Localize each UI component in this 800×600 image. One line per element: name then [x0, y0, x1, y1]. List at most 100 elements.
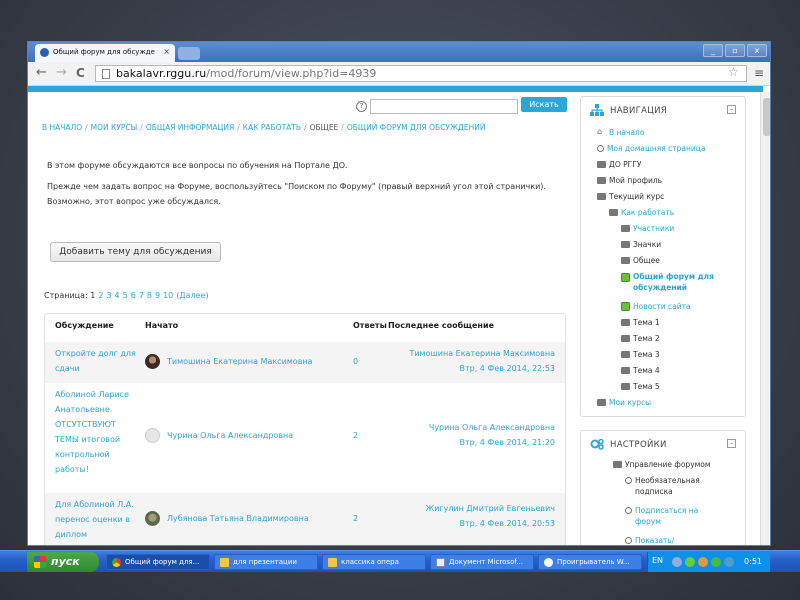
- bullet-circle-icon: [625, 477, 632, 484]
- default-avatar-icon[interactable]: [145, 428, 160, 443]
- taskbar-item-folder-2[interactable]: классика опера: [322, 554, 426, 570]
- nav-site-news[interactable]: Новости сайта: [621, 301, 691, 312]
- folder-icon: [621, 225, 630, 232]
- settings-subscribe[interactable]: Подписаться на форум: [625, 505, 698, 527]
- nav-topic-5[interactable]: Тема 5: [621, 381, 660, 392]
- minimize-button[interactable]: _: [703, 44, 723, 57]
- nav-topic-label: Тема 5: [633, 382, 660, 391]
- nav-badges[interactable]: Значки: [621, 239, 661, 250]
- page-link[interactable]: 7: [139, 291, 144, 300]
- breadcrumb-general-info[interactable]: ОБЩАЯ ИНФОРМАЦИЯ: [146, 123, 234, 132]
- settings-forum-admin[interactable]: Управление форумом: [613, 459, 711, 470]
- address-bar[interactable]: bakalavr.rggu.ru/mod/forum/view.php?id=4…: [95, 65, 747, 82]
- last-post-date[interactable]: Втр, 4 Фев 2014, 20:53: [426, 516, 555, 531]
- reload-icon[interactable]: C: [76, 65, 85, 81]
- author-link[interactable]: Чурина Ольга Александровна: [167, 428, 293, 443]
- page-icon: [102, 69, 110, 79]
- navigation-block: НАВИГАЦИЯ – ⌂ В начало Моя домашняя стра…: [580, 96, 746, 417]
- page-link[interactable]: 8: [147, 291, 152, 300]
- scrollbar-thumb[interactable]: [763, 98, 770, 136]
- maximize-button[interactable]: ▫: [725, 44, 745, 57]
- replies-link[interactable]: 2: [353, 428, 358, 443]
- page-link[interactable]: 2: [98, 291, 103, 300]
- discussion-link[interactable]: Для Аболиной Л.А. перенос оценки в дипло…: [55, 497, 139, 542]
- author-cell: Лубянова Татьяна Владимировна: [145, 511, 309, 526]
- intro-paragraph-2: Прежде чем задать вопрос на Форуме, восп…: [47, 182, 546, 206]
- last-post-author[interactable]: Чурина Ольга Александровна: [429, 420, 555, 435]
- page-link[interactable]: 9: [155, 291, 160, 300]
- nav-current-course[interactable]: Текущий курс: [597, 191, 664, 202]
- nav-my-courses[interactable]: Мои курсы: [597, 397, 651, 408]
- tray-icon-antivirus[interactable]: [685, 557, 695, 567]
- close-window-button[interactable]: x: [747, 44, 767, 57]
- author-link[interactable]: Лубянова Татьяна Владимировна: [167, 511, 309, 526]
- page-scrollbar[interactable]: [760, 92, 770, 545]
- navigation-block-header: НАВИГАЦИЯ –: [581, 97, 745, 123]
- discussion-link[interactable]: Аболиной Ларисе Анатольевне. ОТСУТСТВУЮТ…: [55, 387, 135, 477]
- taskbar-item-label: Общий форум для...: [125, 558, 200, 566]
- search-input[interactable]: [370, 99, 518, 114]
- language-indicator[interactable]: EN: [652, 556, 663, 565]
- add-discussion-button[interactable]: Добавить тему для обсуждения: [50, 242, 221, 262]
- discussion-link[interactable]: Откройте долг для сдачи: [55, 346, 137, 376]
- gears-icon: [590, 438, 604, 450]
- bookmark-star-icon[interactable]: ☆: [728, 65, 739, 79]
- taskbar-item-chrome[interactable]: Общий форум для...: [106, 554, 210, 570]
- collapse-settings-icon[interactable]: –: [727, 439, 736, 448]
- folder-icon: [621, 241, 630, 248]
- page-link[interactable]: 10: [163, 291, 173, 300]
- nav-home[interactable]: ⌂ В начало: [597, 127, 644, 138]
- avatar[interactable]: [145, 354, 160, 369]
- search-button[interactable]: Искать: [521, 97, 567, 112]
- nav-general[interactable]: Общее: [621, 255, 660, 266]
- taskbar-item-player[interactable]: Проигрыватель W...: [538, 554, 642, 570]
- breadcrumb-home[interactable]: В НАЧАЛО: [42, 123, 82, 132]
- nav-forum[interactable]: Общий форум для обсуждений: [621, 271, 714, 293]
- last-post-date[interactable]: Втр, 4 Фев 2014, 21:20: [429, 435, 555, 450]
- nav-topic-1[interactable]: Тема 1: [621, 317, 660, 328]
- replies-link[interactable]: 0: [353, 354, 358, 369]
- avatar[interactable]: [145, 511, 160, 526]
- page-link[interactable]: 3: [106, 291, 111, 300]
- nav-how-to[interactable]: Как работать: [609, 207, 674, 218]
- nav-my-profile[interactable]: Мой профиль: [597, 175, 662, 186]
- page-next-link[interactable]: (Далее): [176, 291, 208, 300]
- nav-topic-3[interactable]: Тема 3: [621, 349, 660, 360]
- settings-show[interactable]: Показать/: [625, 535, 674, 545]
- taskbar-item-label: Документ Microsof...: [449, 558, 523, 566]
- tray-icon-network[interactable]: [672, 557, 682, 567]
- settings-optional-subscription[interactable]: Необязательная подписка: [625, 475, 700, 497]
- nav-topic-4[interactable]: Тема 4: [621, 365, 660, 376]
- collapse-navigation-icon[interactable]: –: [727, 105, 736, 114]
- taskbar-item-word[interactable]: Документ Microsof...: [430, 554, 534, 570]
- taskbar-item-folder-1[interactable]: для презентации: [214, 554, 318, 570]
- page-link[interactable]: 5: [123, 291, 128, 300]
- folder-icon: [597, 399, 606, 406]
- last-post-author[interactable]: Тимошина Екатерина Максимовна: [409, 346, 555, 361]
- nav-topic-2[interactable]: Тема 2: [621, 333, 660, 344]
- page-link[interactable]: 6: [131, 291, 136, 300]
- breadcrumb-my-courses[interactable]: МОИ КУРСЫ: [91, 123, 138, 132]
- tab-close-icon[interactable]: ×: [163, 47, 170, 56]
- nav-participants[interactable]: Участники: [621, 223, 674, 234]
- help-icon[interactable]: ?: [356, 101, 367, 112]
- forward-arrow-icon[interactable]: →: [56, 65, 67, 81]
- author-link[interactable]: Тимошина Екатерина Максимовна: [167, 354, 313, 369]
- breadcrumb-forum[interactable]: ОБЩИЙ ФОРУМ ДЛЯ ОБСУЖДЕНИЙ: [347, 123, 486, 132]
- nav-do-rggu[interactable]: ДО РГГУ: [597, 159, 641, 170]
- tray-icon-update[interactable]: [711, 557, 721, 567]
- tray-icon-volume[interactable]: [698, 557, 708, 567]
- nav-my-home[interactable]: Моя домашняя страница: [597, 143, 706, 154]
- last-post-date[interactable]: Втр, 4 Фев 2014, 22:53: [409, 361, 555, 376]
- back-arrow-icon[interactable]: ←: [36, 65, 47, 81]
- replies-link[interactable]: 2: [353, 511, 358, 526]
- last-post-author[interactable]: Жигулин Дмитрий Евгеньевич: [426, 501, 555, 516]
- url-path: /mod/forum/view.php?id=4939: [206, 67, 377, 80]
- start-button[interactable]: пуск: [27, 552, 99, 572]
- browser-menu-icon[interactable]: ≡: [754, 66, 764, 80]
- tray-icon-skype[interactable]: [724, 557, 734, 567]
- browser-tab[interactable]: Общий форум для обсужде ×: [35, 44, 175, 62]
- new-tab-button[interactable]: [178, 47, 200, 60]
- page-link[interactable]: 4: [115, 291, 120, 300]
- breadcrumb-how-to[interactable]: КАК РАБОТАТЬ: [243, 123, 301, 132]
